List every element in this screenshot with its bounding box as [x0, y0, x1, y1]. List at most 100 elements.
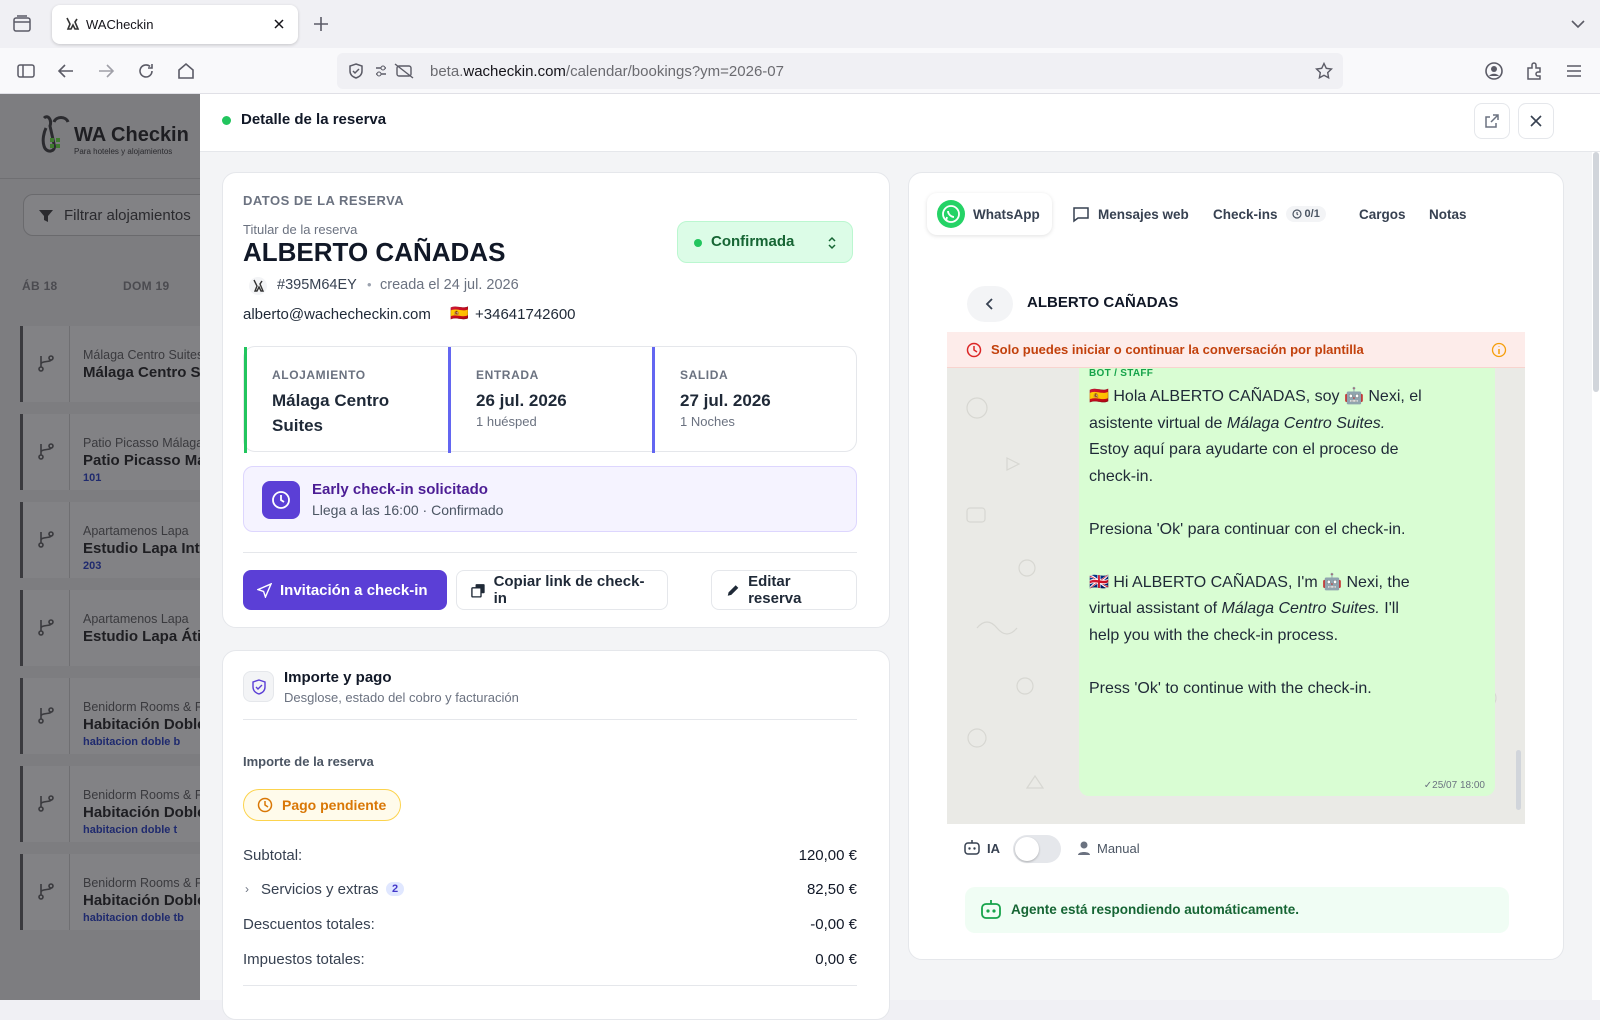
branch-icon — [37, 442, 55, 460]
tab-web-messages[interactable]: Mensajes web — [1072, 193, 1189, 235]
chat-scrollbar[interactable] — [1516, 750, 1521, 810]
browser-nav-bar: beta.wacheckin.com/calendar/bookings?ym=… — [0, 48, 1600, 94]
status-dot — [222, 116, 231, 125]
branch-icon — [37, 354, 55, 372]
panel-header: Detalle de la reserva — [200, 94, 1600, 152]
close-panel-button[interactable] — [1518, 103, 1554, 139]
back-icon[interactable] — [56, 61, 76, 81]
ia-toggle[interactable] — [1013, 835, 1061, 863]
spain-flag-icon: 🇪🇸 — [450, 305, 469, 322]
robot-icon — [963, 839, 981, 857]
copy-icon — [471, 583, 485, 598]
open-external-button[interactable] — [1474, 103, 1510, 139]
copy-checkin-link-button[interactable]: Copiar link de check-in — [456, 570, 668, 610]
send-checkin-invite-button[interactable]: Invitación a check-in — [243, 570, 447, 610]
discounts-row: Descuentos totales: -0,00 € — [243, 916, 857, 933]
branch-icon — [37, 882, 55, 900]
holder-name: ALBERTO CAÑADAS — [243, 237, 506, 267]
url-text: beta.wacheckin.com/calendar/bookings?ym=… — [430, 63, 784, 80]
checkins-count-badge: 0/1 — [1285, 206, 1326, 222]
chevron-left-icon — [985, 298, 993, 310]
property-row[interactable]: Patio Picasso MálagaPatio Picasso Málaga… — [20, 414, 200, 490]
extensions-icon[interactable] — [1524, 61, 1544, 81]
edit-booking-button[interactable]: Editar reserva — [711, 570, 857, 610]
guest-phone[interactable]: +34641742600 — [475, 306, 576, 323]
booking-code: #395M64EY — [277, 277, 357, 293]
sender-label: BOT / STAFF — [1089, 368, 1154, 379]
stay-checkin: ENTRADA 26 jul. 2026 1 huésped — [448, 347, 652, 453]
whatsapp-conversation: ALBERTO CAÑADAS Solo puedes iniciar o co… — [947, 276, 1525, 824]
day-header: DOM 19 — [123, 279, 170, 293]
channel-tabs: WhatsApp Mensajes web Check-ins 0/1 Cargo… — [927, 193, 1527, 237]
subtotal-row: Subtotal: 120,00 € — [243, 847, 857, 864]
payment-card: Importe y pago Desglose, estado del cobr… — [222, 650, 890, 1020]
clock-icon — [257, 797, 273, 813]
close-tab-icon[interactable] — [272, 17, 286, 31]
property-row[interactable]: Málaga Centro SuitesMálaga Centro Suites — [20, 326, 200, 402]
payment-title: Importe y pago — [284, 669, 392, 686]
ai-mode-control: IA Manual — [963, 835, 1263, 863]
property-row[interactable]: Benidorm Rooms & FlatsHabitación Dobleha… — [20, 766, 200, 842]
branch-icon — [37, 794, 55, 812]
filter-accommodations-input[interactable]: Filtrar alojamientos — [23, 194, 200, 236]
channel-logo-icon — [249, 276, 267, 296]
bookmark-star-icon[interactable] — [1315, 62, 1333, 80]
background-calendar-app: WA Checkin Para hoteles y alojamientos F… — [0, 94, 200, 1000]
menu-icon[interactable] — [1564, 61, 1584, 81]
section-label: DATOS DE LA RESERVA — [243, 193, 405, 208]
sidebar-toggle-icon[interactable] — [16, 61, 36, 81]
template-warning: Solo puedes iniciar o continuar la conve… — [947, 332, 1525, 368]
new-tab-icon[interactable] — [312, 15, 330, 33]
tab-charges[interactable]: Cargos — [1359, 193, 1406, 235]
day-header: ÁB 18 — [22, 279, 58, 293]
info-icon[interactable] — [1491, 342, 1507, 358]
tab-checkins[interactable]: Check-ins 0/1 — [1213, 193, 1326, 235]
browser-tab-wacheckin[interactable]: WACheckin — [52, 5, 298, 44]
home-icon[interactable] — [176, 61, 196, 81]
tracking-protection-icon[interactable] — [347, 62, 365, 80]
property-row[interactable]: Benidorm Rooms & FlatsHabitación Dobleha… — [20, 678, 200, 754]
extras-count-badge: 2 — [386, 882, 405, 896]
external-link-icon — [1485, 114, 1499, 128]
branch-icon — [37, 530, 55, 548]
message-icon — [1073, 207, 1089, 223]
list-all-tabs-icon[interactable] — [1570, 16, 1586, 32]
contact-name: ALBERTO CAÑADAS — [1027, 294, 1179, 311]
bot-message-bubble: BOT / STAFF 🇪🇸 Hola ALBERTO CAÑADAS, soy… — [1079, 368, 1495, 796]
user-icon — [1077, 840, 1091, 856]
clock-icon — [262, 481, 300, 519]
address-bar[interactable]: beta.wacheckin.com/calendar/bookings?ym=… — [337, 53, 1343, 89]
send-icon — [257, 582, 272, 598]
tab-title: WACheckin — [86, 17, 154, 32]
message-time: ✓25/07 18:00 — [1423, 780, 1485, 791]
tab-notes[interactable]: Notas — [1429, 193, 1467, 235]
permissions-icon[interactable] — [375, 63, 415, 79]
status-select[interactable]: Confirmada — [677, 221, 853, 263]
robot-icon — [979, 898, 1003, 922]
back-button[interactable] — [967, 286, 1013, 322]
stay-checkout: SALIDA 27 jul. 2026 1 Noches — [652, 347, 856, 453]
property-row[interactable]: Benidorm Rooms & FlatsHabitación Dobleha… — [20, 854, 200, 930]
property-row[interactable]: Apartamenos LapaEstudio Lapa Ático — [20, 590, 200, 666]
property-row[interactable]: Apartamenos LapaEstudio Lapa Interior203 — [20, 502, 200, 578]
payment-subtitle: Desglose, estado del cobro y facturación — [284, 690, 519, 705]
message-text: 🇪🇸 Hola ALBERTO CAÑADAS, soy 🤖 Nexi, el … — [1089, 388, 1422, 697]
tab-whatsapp[interactable]: WhatsApp — [927, 193, 1052, 235]
clock-icon — [1291, 209, 1302, 219]
tab-manager-icon[interactable] — [12, 14, 32, 34]
pencil-icon — [727, 584, 739, 596]
payment-status-badge: Pago pendiente — [243, 789, 402, 821]
chevron-updown-icon — [826, 235, 838, 251]
shield-icon — [243, 671, 274, 702]
close-icon — [1530, 115, 1542, 127]
filter-icon — [38, 208, 54, 224]
account-icon[interactable] — [1484, 61, 1504, 81]
auto-response-banner: Agente está respondiendo automáticamente… — [965, 887, 1509, 933]
reload-icon[interactable] — [136, 61, 156, 81]
holder-label: Titular de la reserva — [243, 222, 358, 237]
panel-scrollbar[interactable] — [1592, 152, 1600, 1000]
forward-icon[interactable] — [96, 61, 116, 81]
guest-email[interactable]: alberto@wachecheckin.com — [243, 306, 431, 323]
wacheckin-favicon-icon — [64, 16, 80, 32]
chat-background: BOT / STAFF 🇪🇸 Hola ALBERTO CAÑADAS, soy… — [947, 368, 1525, 824]
